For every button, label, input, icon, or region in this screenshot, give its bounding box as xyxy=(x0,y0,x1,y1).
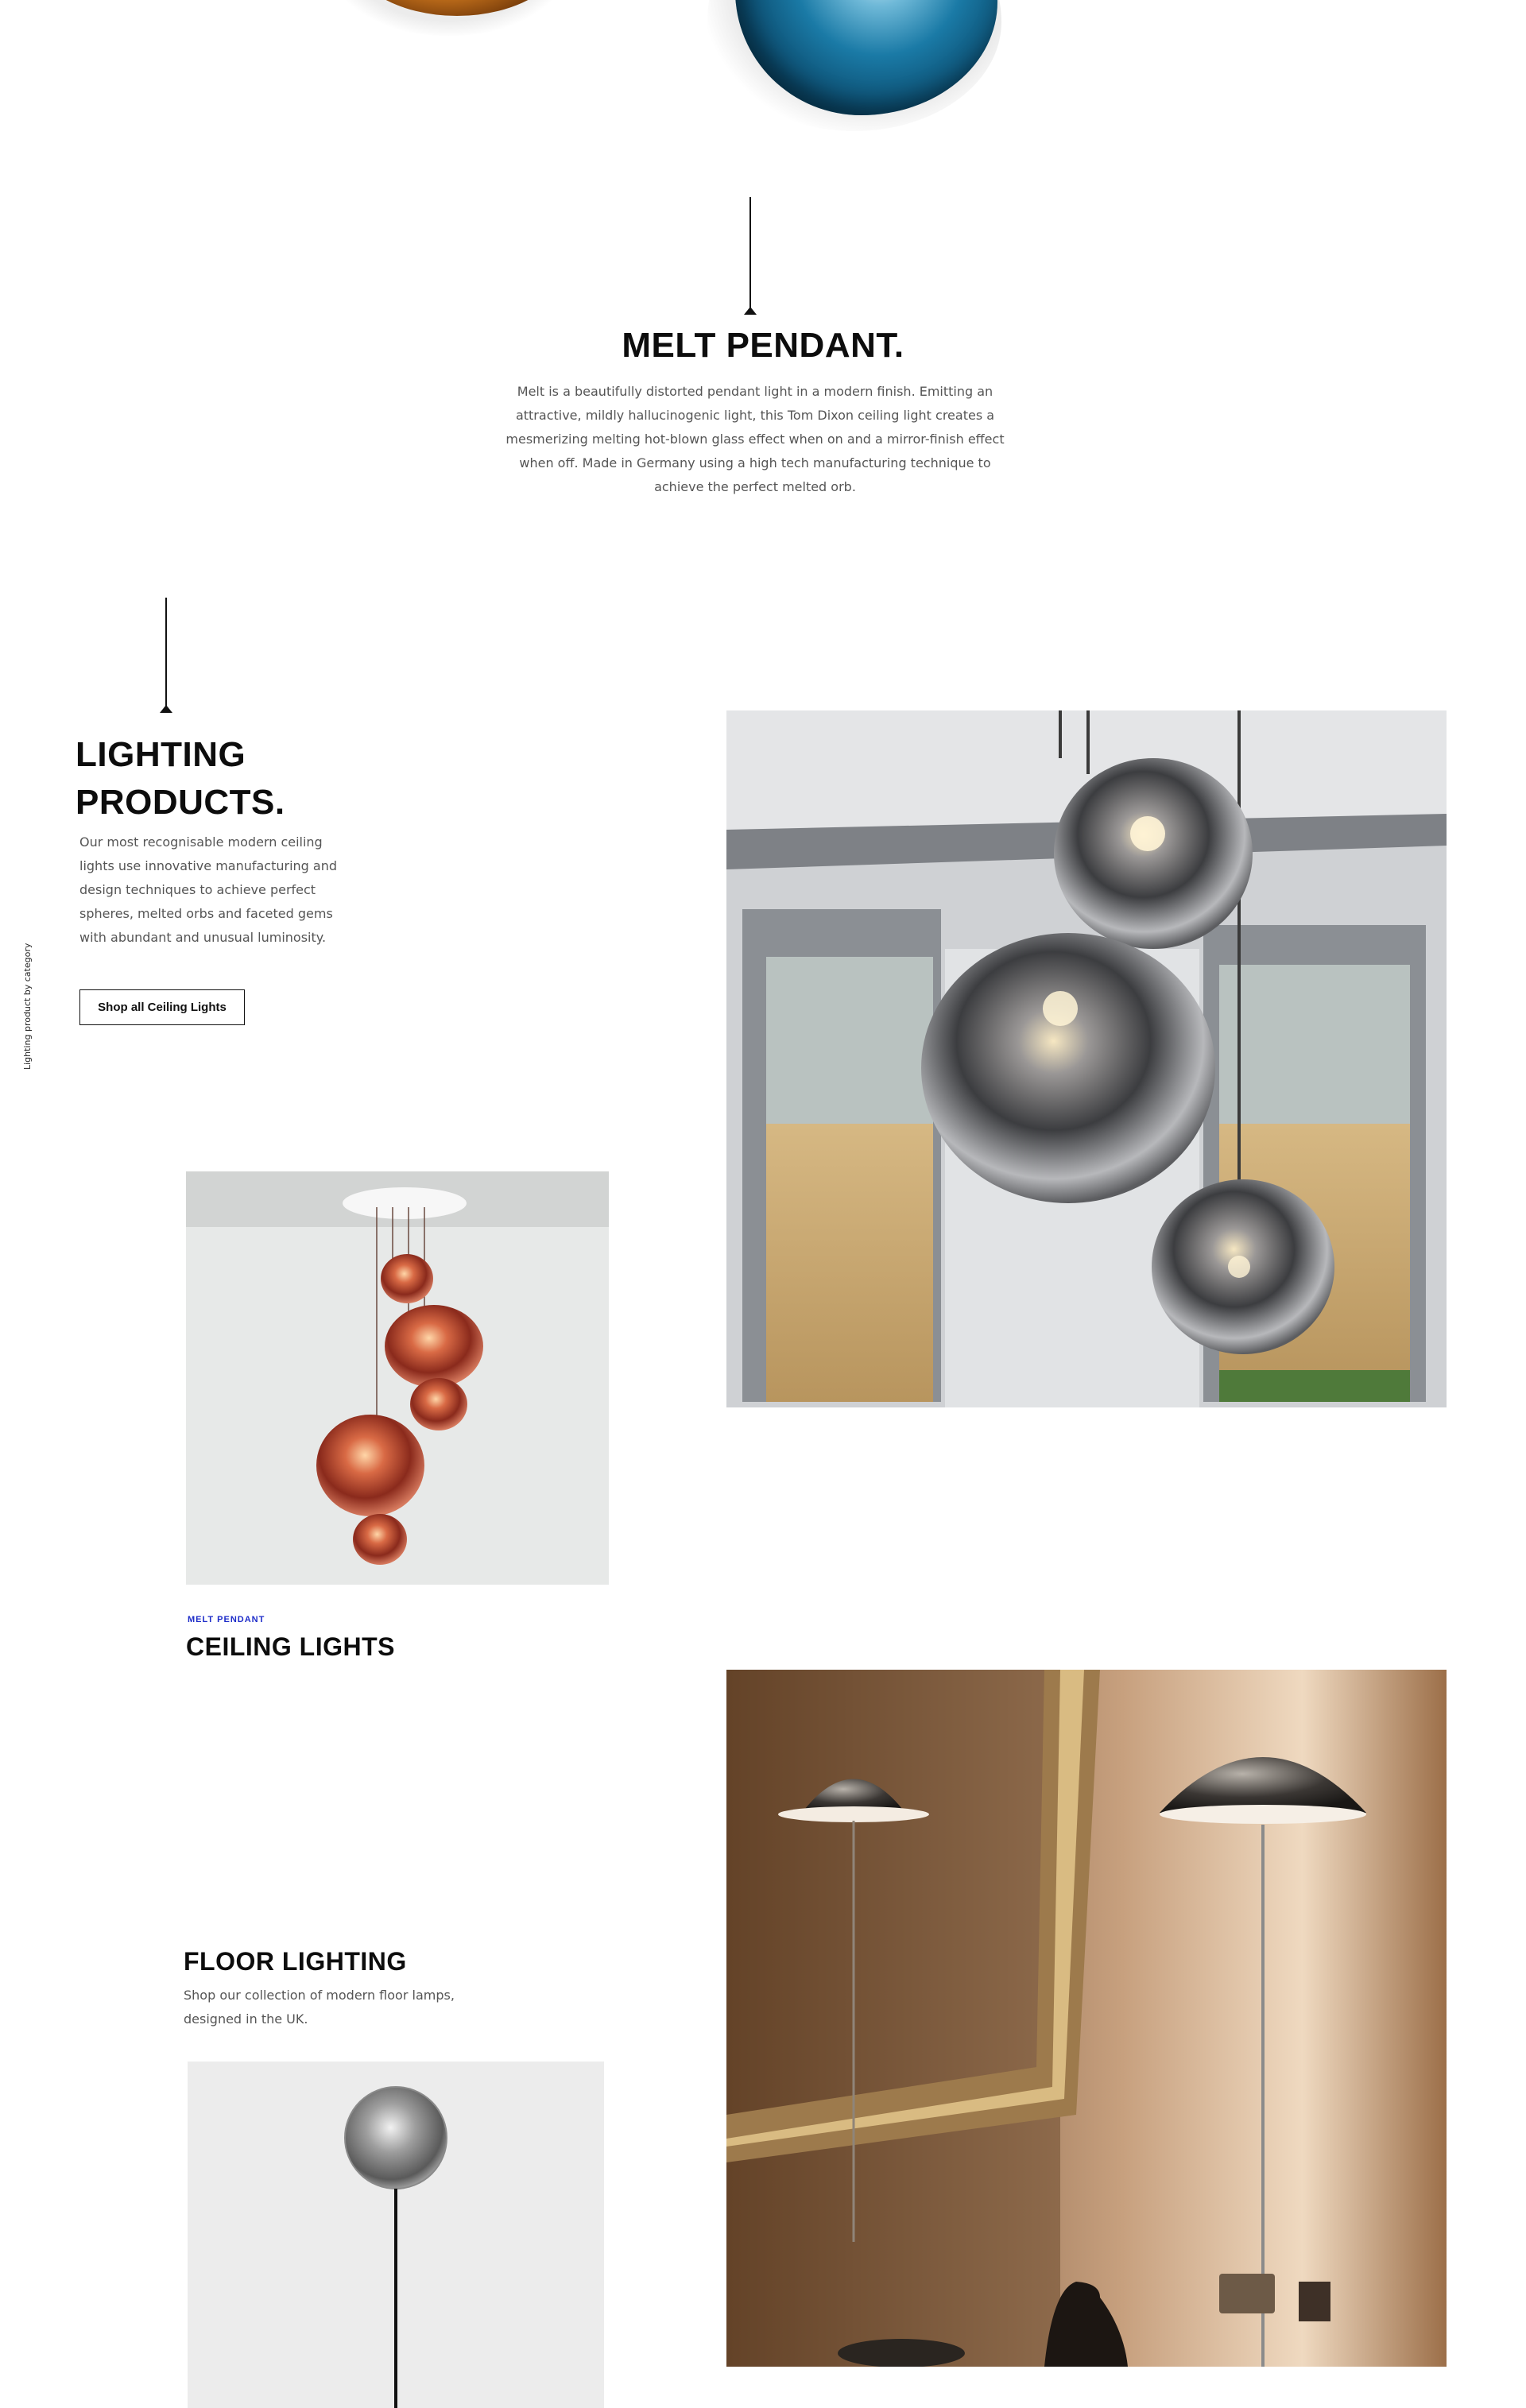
chrome-melt-pendants-photo xyxy=(726,710,1447,1407)
floor-lighting-description: Shop our collection of modern floor lamp… xyxy=(184,1988,455,2027)
floor-lighting-title[interactable]: FLOOR LIGHTING xyxy=(184,1947,407,1976)
pendant-drop-marker-icon xyxy=(744,307,757,315)
lighting-products-title-line1: LIGHTING xyxy=(76,735,246,774)
globe-floor-lamp-photo xyxy=(188,2062,604,2408)
floor-lamp-mirror-photo xyxy=(726,1670,1447,2367)
category-side-label-text: Lighting product by category xyxy=(22,943,33,1070)
shop-all-ceiling-lights-button[interactable]: Shop all Ceiling Lights xyxy=(79,989,245,1025)
melt-pendant-description: Melt is a beautifully distorted pendant … xyxy=(505,384,1005,494)
copper-melt-pendants-illustration xyxy=(186,1171,609,1585)
copper-melt-pendants-photo xyxy=(186,1171,609,1585)
chrome-melt-pendants-illustration xyxy=(726,710,1447,1407)
pendant-drop-line xyxy=(165,598,167,709)
floor-lamp-mirror-illustration xyxy=(726,1670,1447,2367)
globe-floor-lamp-illustration xyxy=(188,2062,604,2408)
lighting-products-title-line2: PRODUCTS. xyxy=(76,783,285,822)
lighting-products-title: LIGHTING PRODUCTS. xyxy=(76,731,393,827)
ceiling-lights-title[interactable]: CEILING LIGHTS xyxy=(186,1632,395,1662)
melt-pendant-title: MELT PENDANT. xyxy=(622,326,904,365)
pendant-drop-marker-icon xyxy=(160,705,172,713)
ceiling-card-eyebrow[interactable]: MELT PENDANT xyxy=(188,1615,265,1624)
pendant-drop-line xyxy=(749,197,751,310)
lighting-products-description: Our most recognisable modern ceiling lig… xyxy=(79,834,338,945)
